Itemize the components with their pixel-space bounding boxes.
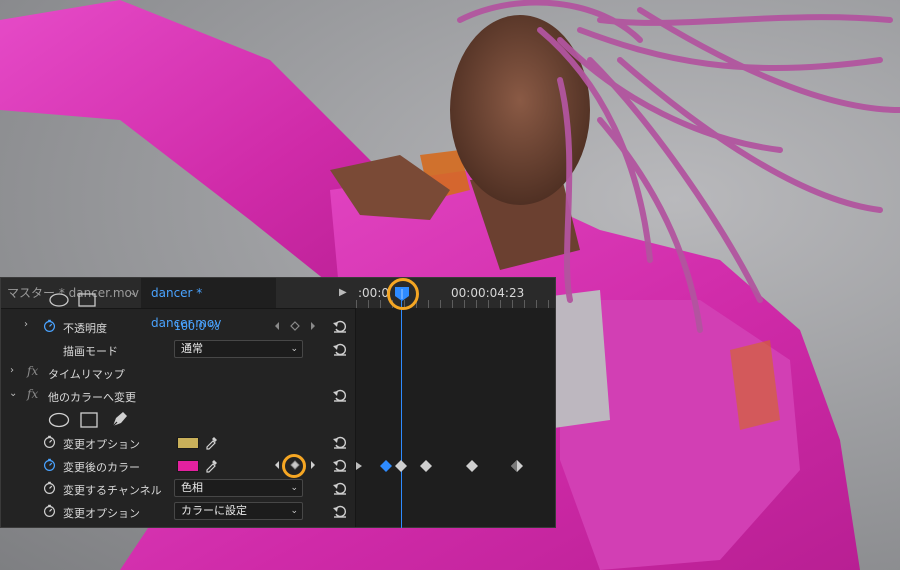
pen-mask-icon[interactable] (109, 410, 129, 430)
reset-icon[interactable] (332, 503, 348, 519)
blend-mode-row: 描画モード 通常 ⌄ (1, 339, 355, 361)
stopwatch-icon[interactable] (43, 504, 56, 517)
fx-icon[interactable]: fx (27, 387, 38, 401)
keyframe-diamond-icon[interactable] (466, 460, 478, 472)
change-option-row: 変更オプション カラーに設定 ⌄ (1, 501, 355, 523)
change-channel-row: 変更するチャンネル 色相 ⌄ (1, 478, 355, 500)
blend-mode-label: 描画モード (63, 345, 118, 358)
keyframe-diamond-icon[interactable] (395, 460, 407, 472)
chevron-right-icon[interactable]: › (10, 365, 14, 376)
stopwatch-icon[interactable] (43, 435, 56, 448)
keyframe-button-highlight-ring (282, 454, 306, 478)
change-channel-label: 変更するチャンネル (63, 484, 162, 497)
keyframe-diamond-icon[interactable] (420, 460, 432, 472)
time-ruler[interactable] (356, 300, 555, 308)
stopwatch-icon[interactable] (43, 458, 56, 471)
playhead-line[interactable] (401, 292, 402, 528)
property-list: › 不透明度 100.0 % 描画モード 通常 ⌄ › fx タイムリマップ ⌄… (1, 293, 356, 527)
to-color-label: 変更後のカラー (63, 461, 140, 474)
ellipse-mask-icon[interactable] (48, 411, 70, 429)
reset-icon[interactable] (332, 434, 348, 450)
change-channel-dropdown[interactable]: 色相 ⌄ (174, 479, 303, 497)
opacity-value[interactable]: 100.0 % (174, 320, 219, 333)
change-option-value: カラーに設定 (181, 504, 247, 517)
chevron-down-icon: ⌄ (290, 506, 298, 516)
change-option-label: 変更オプション (63, 507, 140, 520)
rectangle-mask-icon[interactable] (79, 411, 99, 429)
eyedropper-icon[interactable] (204, 457, 220, 473)
change-to-color-effect-row[interactable]: ⌄ fx 他のカラーへ変更 (1, 385, 355, 407)
time-remap-row[interactable]: › fx タイムリマップ (1, 362, 355, 384)
chevron-right-icon[interactable]: › (24, 319, 28, 330)
to-color-swatch[interactable] (177, 460, 199, 472)
effect-controls-panel: マスター * dancer.mov ⌄ dancer * dancer.mov … (0, 277, 556, 528)
chevron-down-icon: ⌄ (290, 344, 298, 354)
from-color-row: 変更オプション (1, 432, 355, 454)
reset-icon[interactable] (332, 318, 348, 334)
reset-icon[interactable] (332, 480, 348, 496)
keyframe-timeline[interactable] (356, 308, 555, 527)
time-remap-label: タイムリマップ (48, 368, 125, 381)
chevron-down-icon[interactable]: ⌄ (9, 388, 17, 399)
effect-name-label: 他のカラーへ変更 (48, 391, 136, 404)
change-option-dropdown[interactable]: カラーに設定 ⌄ (174, 502, 303, 520)
from-color-swatch[interactable] (177, 437, 199, 449)
chevron-down-icon: ⌄ (290, 483, 298, 493)
playhead-highlight-ring (387, 278, 419, 310)
keyframe-navigator[interactable] (273, 319, 317, 333)
keyframe-diamond-icon[interactable] (511, 460, 523, 472)
blend-mode-dropdown[interactable]: 通常 ⌄ (174, 340, 303, 358)
eyedropper-icon[interactable] (204, 434, 220, 450)
fx-icon: fx (27, 364, 39, 378)
reset-icon[interactable] (332, 457, 348, 473)
mask-shapes-row (1, 408, 355, 432)
from-color-label: 変更オプション (63, 438, 140, 451)
keyframe-diamond-icon[interactable] (380, 460, 392, 472)
opacity-label: 不透明度 (63, 322, 107, 335)
keyframe-start-arrow-icon (356, 462, 362, 470)
stopwatch-icon[interactable] (43, 319, 56, 332)
stopwatch-icon[interactable] (43, 481, 56, 494)
reset-icon[interactable] (332, 341, 348, 357)
reset-icon[interactable] (332, 387, 348, 403)
opacity-row: › 不透明度 100.0 % (1, 316, 355, 338)
blend-mode-value: 通常 (181, 342, 203, 355)
mask-shapes-row-top (1, 293, 355, 312)
change-channel-value: 色相 (181, 481, 203, 494)
